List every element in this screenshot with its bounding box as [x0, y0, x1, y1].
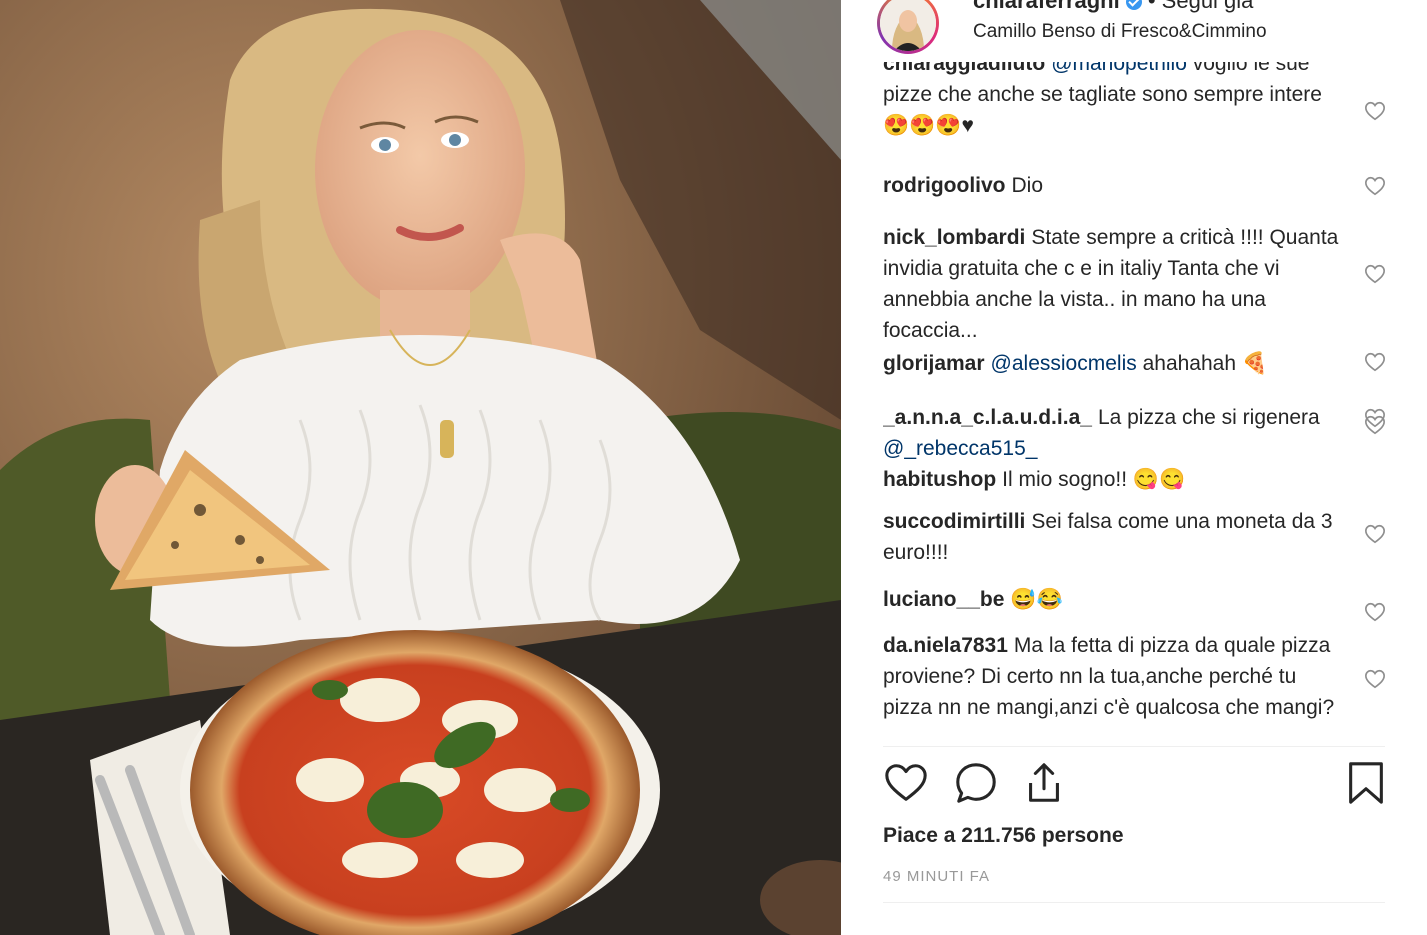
- likes-count[interactable]: Piace a 211.756 persone: [883, 824, 1124, 848]
- comment-row: glorijamar @alessiocmelis ahahahah 🍕: [883, 348, 1343, 379]
- avatar[interactable]: [877, 0, 939, 54]
- comment-username[interactable]: da.niela7831: [883, 634, 1008, 657]
- comment-like-heart-icon[interactable]: [1364, 100, 1385, 122]
- username[interactable]: chiaraferragni: [973, 0, 1120, 13]
- post-timestamp[interactable]: 49 MINUTI FA: [883, 868, 990, 885]
- post-sidebar: chiaraferragni • Segui già Camillo Benso…: [841, 0, 1427, 935]
- comment-like-heart-icon[interactable]: [1364, 175, 1385, 197]
- comment-mention[interactable]: @alessiocmelis: [991, 352, 1137, 375]
- action-bar: [883, 760, 1385, 810]
- comment-username[interactable]: glorijamar: [883, 352, 985, 375]
- bookmark-icon[interactable]: [1343, 760, 1389, 806]
- comment-text: ahahahah 🍕: [1136, 352, 1268, 375]
- comment-like-heart-icon[interactable]: [1364, 601, 1385, 623]
- post-photo[interactable]: [0, 0, 841, 935]
- comment-row: chiaraggiadiluto @manopetrillo voglio le …: [883, 62, 1343, 141]
- post-header: chiaraferragni • Segui già Camillo Benso…: [841, 0, 1427, 64]
- verified-badge-icon: [1125, 0, 1142, 11]
- follow-status[interactable]: • Segui già: [1148, 0, 1254, 13]
- comment-text: La pizza che si rigenera: [1097, 406, 1320, 429]
- comment-like-heart-icon[interactable]: [1364, 668, 1385, 690]
- comment-row: luciano__be 😅😂: [883, 584, 1343, 615]
- comment-username[interactable]: habitushop: [883, 468, 996, 491]
- comment-text: 😅😂: [1010, 588, 1063, 611]
- comment-username[interactable]: nick_lombardi: [883, 226, 1025, 249]
- comment-row: succodimirtilli Sei falsa come una moneta…: [883, 506, 1343, 568]
- comment-row: habitushop Il mio sogno!! 😋😋: [883, 464, 1343, 495]
- heart-icon[interactable]: [883, 760, 929, 806]
- comment-text: Il mio sogno!! 😋😋: [1002, 468, 1186, 491]
- comment-username[interactable]: chiaraggiadiluto: [883, 62, 1045, 75]
- comment-like-heart-icon[interactable]: [1364, 523, 1385, 545]
- comment-mention[interactable]: @manopetrillo: [1051, 62, 1187, 75]
- location-link[interactable]: Camillo Benso di Fresco&Cimmino: [973, 21, 1267, 43]
- comment-row: da.niela7831 Ma la fetta di pizza da qual…: [883, 630, 1343, 723]
- comment-row: nick_lombardi State sempre a criticà !!!!…: [883, 222, 1343, 346]
- username-row: chiaraferragni • Segui già: [973, 0, 1253, 14]
- comment-like-heart-icon[interactable]: [1364, 351, 1385, 373]
- comment-like-heart-icon[interactable]: [1364, 263, 1385, 285]
- comment-username[interactable]: succodimirtilli: [883, 510, 1025, 533]
- comment-text: Dio: [1011, 174, 1044, 197]
- divider: [883, 902, 1385, 903]
- comments-list[interactable]: chiaraggiadiluto @manopetrillo voglio le …: [883, 62, 1385, 746]
- comment-row: rodrigoolivo Dio: [883, 170, 1343, 201]
- share-icon[interactable]: [1021, 760, 1067, 806]
- comment-row: _a.n.n.a_c.l.a.u.d.i.a_ La pizza che si r…: [883, 402, 1343, 464]
- comment-icon[interactable]: [953, 760, 999, 806]
- comment-username[interactable]: luciano__be: [883, 588, 1004, 611]
- comment-like-heart-icon[interactable]: [1364, 407, 1385, 429]
- divider: [883, 746, 1385, 747]
- comment-mention[interactable]: @_rebecca515_: [883, 437, 1037, 460]
- comment-username[interactable]: rodrigoolivo: [883, 174, 1006, 197]
- comment-username[interactable]: _a.n.n.a_c.l.a.u.d.i.a_: [883, 406, 1092, 429]
